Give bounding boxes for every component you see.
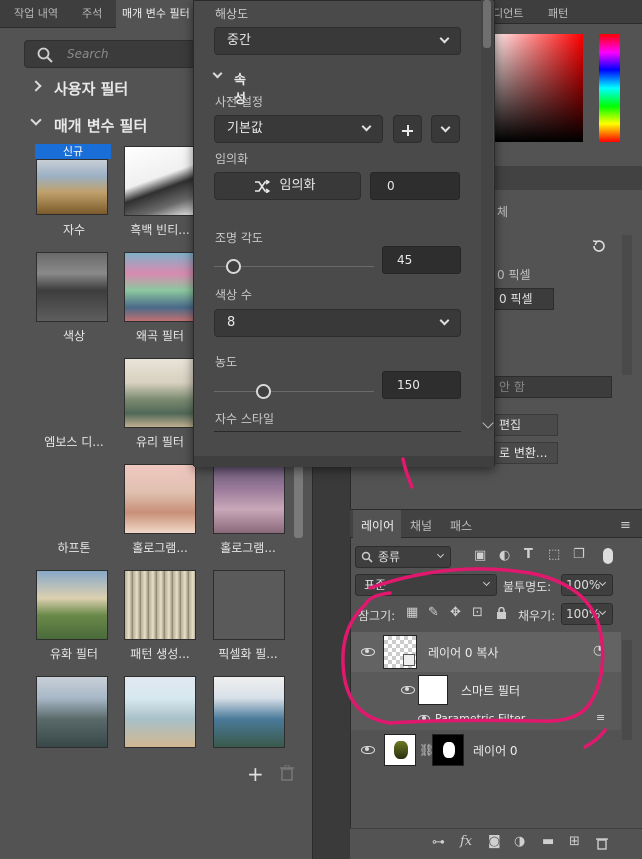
fx-icon[interactable]: fx [460, 834, 472, 849]
resolution-label: 해상도 [215, 7, 249, 21]
adjustment-layer-icon[interactable]: ◑ [514, 834, 525, 849]
popup-scrollbar-thumb[interactable] [483, 0, 491, 48]
filter-thumb-oil-paint[interactable] [36, 570, 108, 640]
pixel-field-2[interactable]: 0 픽셀 [494, 288, 554, 310]
filter-thumb-row6-3[interactable] [213, 676, 285, 748]
preset-value: 기본값 [227, 121, 263, 136]
filter-thumb-embroidery[interactable] [36, 159, 108, 215]
pink-annotation-icon [341, 457, 607, 749]
random-seed-field[interactable]: 0 [370, 172, 460, 200]
filter-label-oil-paint: 유화 필터 [50, 647, 98, 661]
filter-label-embroidery: 자수 [62, 223, 86, 237]
preset-menu-button[interactable] [431, 115, 460, 143]
filter-thumb-glass[interactable] [124, 358, 196, 428]
tab-notes[interactable]: 주석 [76, 0, 108, 28]
plus-icon [402, 125, 413, 136]
filter-thumb-hologram-1[interactable] [124, 464, 196, 534]
chevron-down-icon [440, 122, 451, 133]
resolution-select[interactable]: 중간 [214, 27, 461, 55]
randomize-button-label: 임의화 [279, 178, 316, 193]
filter-thumb-hologram-2[interactable] [213, 464, 285, 534]
filter-thumb-color[interactable] [36, 252, 108, 322]
filter-thumb-pattern[interactable] [124, 570, 196, 640]
filter-list-scrollbar[interactable] [294, 458, 303, 538]
color-count-label: 색상 수 [215, 288, 252, 302]
layers-footer: ⊶ fx ◙ ◑ ▬ ⊞ [350, 828, 642, 859]
shuffle-icon [255, 180, 270, 193]
filter-search-input[interactable]: Search [24, 40, 204, 68]
link-layers-icon[interactable]: ⊶ [432, 835, 445, 850]
search-icon [37, 47, 53, 63]
stitch-style-label: 자수 스타일 [215, 412, 275, 426]
filter-label-color: 색상 [62, 329, 86, 343]
tab-history[interactable]: 작업 내역 [8, 0, 64, 28]
density-knob[interactable] [256, 384, 272, 399]
pixel-value-1: 0 픽셀 [497, 268, 531, 282]
properties-tabbar [483, 166, 642, 190]
chevron-down-icon [439, 33, 450, 44]
resolution-value: 중간 [227, 33, 251, 48]
edit-button[interactable]: 편집 [494, 414, 558, 436]
filter-label-hologram-1: 홀로그램... [132, 541, 188, 555]
user-filters-heading: 사용자 필터 [54, 80, 129, 98]
light-angle-label: 조명 각도 [215, 231, 263, 245]
randomize-button[interactable]: 임의화 [214, 172, 361, 200]
color-count-select[interactable]: 8 [214, 309, 461, 337]
filter-thumb-row6-1[interactable] [36, 676, 108, 748]
light-angle-field[interactable]: 45 [382, 246, 461, 274]
density-field[interactable]: 150 [382, 371, 461, 399]
color-tabs: 디언트 패턴 [483, 0, 642, 24]
divider [214, 431, 461, 432]
hue-slider[interactable] [599, 34, 620, 142]
density-slider[interactable] [214, 391, 374, 392]
filter-thumb-distort[interactable] [124, 252, 196, 322]
chevron-down-icon [212, 68, 223, 79]
chevron-down-icon [361, 121, 372, 132]
filter-label-emboss: 엠보스 디... [44, 435, 104, 449]
chevron-down-icon [439, 315, 450, 326]
preset-label: 사전 설정 [215, 95, 263, 109]
folder-icon[interactable]: ▬ [542, 834, 554, 849]
none-select[interactable]: 안 함 [494, 376, 612, 398]
tab-pattern[interactable]: 패턴 [548, 5, 568, 21]
new-layer-icon[interactable]: ⊞ [569, 834, 580, 849]
search-placeholder: Search [67, 47, 109, 61]
add-preset-button[interactable] [393, 115, 422, 143]
properties-scrollbar[interactable] [622, 235, 632, 375]
light-angle-knob[interactable] [225, 259, 241, 274]
parametric-filters-heading: 매개 변수 필터 [54, 117, 148, 135]
add-filter-icon[interactable]: + [247, 762, 264, 786]
tab-parametric-filters[interactable]: 매개 변수 필터 [116, 0, 201, 28]
filter-thumb-bw-vintage[interactable] [124, 146, 196, 216]
new-badge: 신규 [35, 144, 111, 159]
filter-properties-popup: 해상도 중간 속성 사전 설정 기본값 임의화 임의화 0 조명 각도 45 색… [193, 0, 495, 467]
properties-text: 체 [497, 205, 509, 219]
reset-icon[interactable] [591, 239, 605, 253]
color-count-value: 8 [227, 315, 236, 330]
tab-gradient[interactable]: 디언트 [493, 5, 523, 21]
filter-thumb-pixelate[interactable] [213, 570, 285, 640]
filter-label-pattern: 패턴 생성... [130, 647, 190, 661]
popup-scrollbar[interactable] [481, 0, 493, 430]
trash-icon[interactable] [280, 765, 294, 781]
add-mask-icon[interactable]: ◙ [488, 834, 501, 849]
random-label: 임의화 [215, 152, 249, 166]
color-field[interactable] [487, 34, 583, 142]
filter-thumb-row6-2[interactable] [124, 676, 196, 748]
delete-layer-icon[interactable] [596, 836, 608, 850]
filter-label-pixelate: 픽셀화 필... [218, 647, 278, 661]
filter-label-hologram-2: 홀로그램... [220, 541, 276, 555]
density-label: 농도 [215, 355, 238, 369]
preset-select[interactable]: 기본값 [214, 115, 383, 143]
filter-label-halftone: 하프톤 [57, 541, 91, 555]
